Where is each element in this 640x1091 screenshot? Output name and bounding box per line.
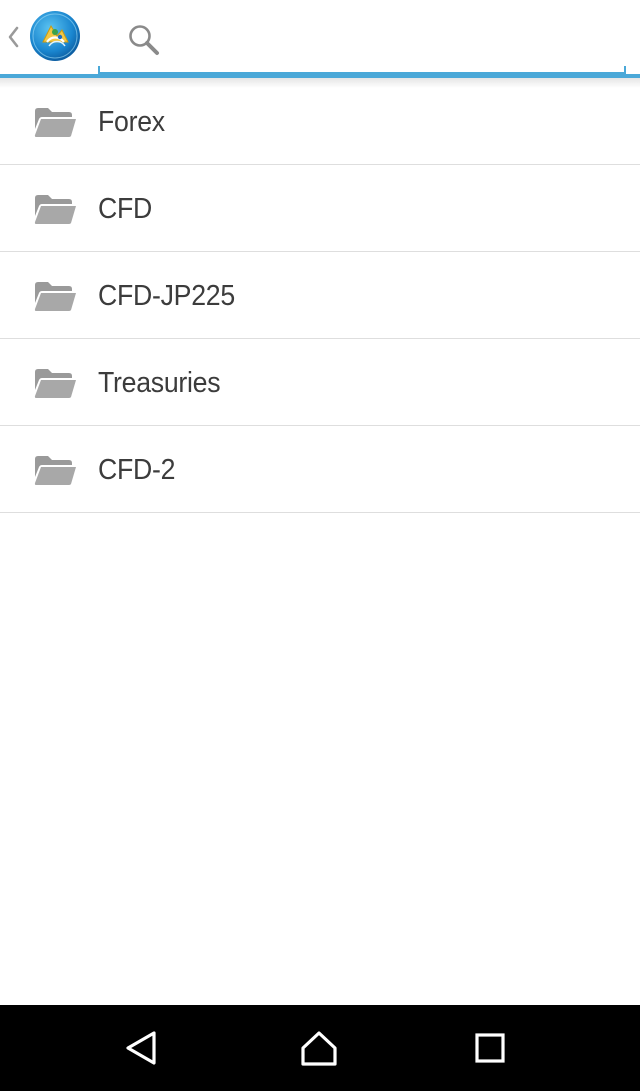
folder-list: Forex CFD CFD-JP225 Treasuries CFD-2 xyxy=(0,78,640,513)
folder-open-icon xyxy=(34,195,76,224)
list-item-cfd-jp225[interactable]: CFD-JP225 xyxy=(0,252,640,339)
folder-label: CFD-JP225 xyxy=(98,280,235,312)
navigation-bar xyxy=(0,1005,640,1091)
folder-label: CFD-2 xyxy=(98,454,176,486)
list-item-cfd[interactable]: CFD xyxy=(0,165,640,252)
action-bar xyxy=(0,0,640,74)
nav-recents-icon[interactable] xyxy=(468,1028,512,1068)
nav-back-icon[interactable] xyxy=(120,1028,164,1068)
screen: Forex CFD CFD-JP225 Treasuries CFD-2 xyxy=(0,0,640,1091)
nav-home-icon[interactable] xyxy=(297,1028,341,1068)
folder-open-icon xyxy=(34,108,76,137)
search-underline-tick xyxy=(624,66,626,74)
search-icon[interactable] xyxy=(126,22,162,58)
folder-label: Forex xyxy=(98,106,165,138)
folder-open-icon xyxy=(34,282,76,311)
search-area[interactable] xyxy=(98,8,626,74)
folder-label: CFD xyxy=(98,193,153,225)
search-input[interactable] xyxy=(170,18,614,64)
list-item-forex[interactable]: Forex xyxy=(0,78,640,165)
search-underline-tick xyxy=(98,66,100,74)
folder-open-icon xyxy=(34,369,76,398)
metatrader-logo-icon[interactable] xyxy=(29,10,81,62)
folder-open-icon xyxy=(34,456,76,485)
list-item-treasuries[interactable]: Treasuries xyxy=(0,339,640,426)
chevron-left-icon[interactable] xyxy=(2,20,24,54)
list-item-cfd-2[interactable]: CFD-2 xyxy=(0,426,640,513)
folder-label: Treasuries xyxy=(98,367,221,399)
